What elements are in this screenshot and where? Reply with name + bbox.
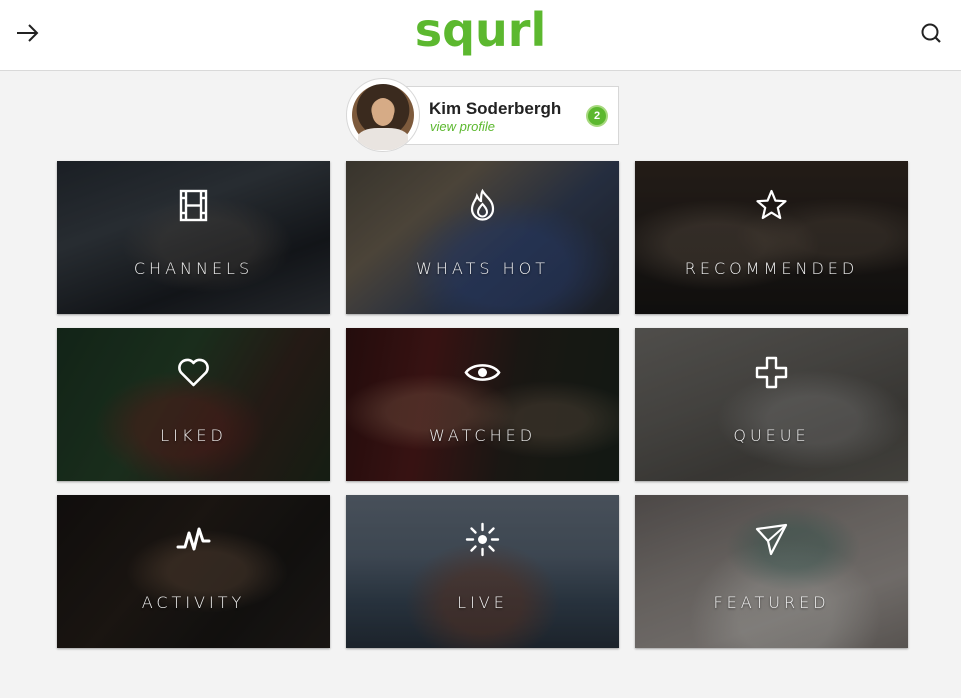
tile-label: QUEUE <box>733 426 810 445</box>
profile-name: Kim Soderbergh <box>429 99 562 118</box>
top-bar: squrl <box>0 0 961 71</box>
tile-label: WATCHED <box>428 426 537 445</box>
view-profile-link[interactable]: view profile <box>430 119 495 134</box>
tile-recommended[interactable]: RECOMMENDED <box>635 161 908 314</box>
tile-label: ACTIVITY <box>141 593 246 612</box>
heart-icon <box>178 358 209 387</box>
activity-pulse-icon <box>176 527 211 551</box>
squrl-logo[interactable]: squrl <box>0 3 961 57</box>
star-icon <box>756 189 787 220</box>
tile-label: LIKED <box>160 426 227 445</box>
tile-whats-hot[interactable]: WHATS HOT <box>346 161 619 314</box>
tile-channels[interactable]: CHANNELS <box>57 161 330 314</box>
tile-watched[interactable]: WATCHED <box>346 328 619 481</box>
tile-liked[interactable]: LIKED <box>57 328 330 481</box>
avatar[interactable] <box>346 78 420 152</box>
tile-queue[interactable]: QUEUE <box>635 328 908 481</box>
tile-featured[interactable]: FEATURED <box>635 495 908 648</box>
live-burst-icon <box>465 522 500 557</box>
avatar-photo <box>352 84 414 150</box>
tile-label: CHANNELS <box>133 259 254 278</box>
film-strip-icon <box>179 189 208 222</box>
search-button[interactable] <box>918 20 946 46</box>
plus-icon <box>755 356 788 389</box>
tile-label: WHATS HOT <box>416 259 549 278</box>
notification-badge: 2 <box>588 107 606 125</box>
eye-icon <box>464 364 501 381</box>
tile-label: LIVE <box>457 593 508 612</box>
flame-icon <box>470 188 495 221</box>
tile-label: RECOMMENDED <box>684 259 859 278</box>
tile-label: FEATURED <box>713 593 830 612</box>
search-icon <box>921 23 941 43</box>
tile-live[interactable]: LIVE <box>346 495 619 648</box>
paper-plane-icon <box>755 523 788 556</box>
tile-activity[interactable]: ACTIVITY <box>57 495 330 648</box>
